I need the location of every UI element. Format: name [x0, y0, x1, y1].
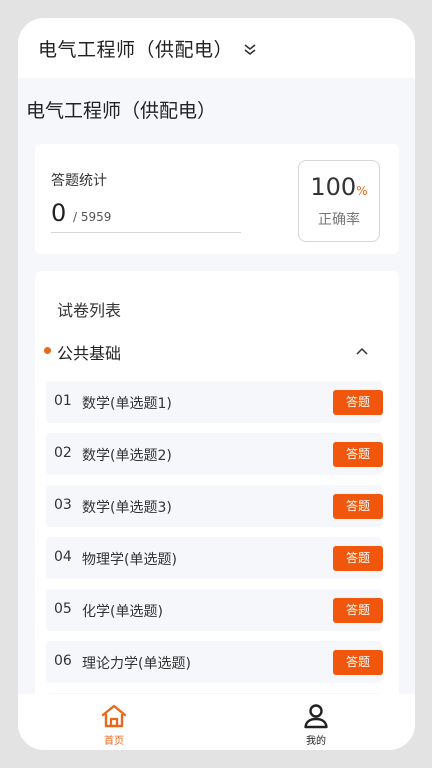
list-item[interactable]: 06 理论力学(单选题) 答题 — [46, 641, 383, 683]
nav-mine[interactable]: 我的 — [276, 694, 356, 750]
total-count: / 5959 — [73, 210, 112, 224]
stats-card: 答题统计 0 / 5959 100% 正确率 — [35, 144, 399, 254]
item-number: 05 — [54, 601, 72, 617]
item-name: 物理学(单选题) — [82, 552, 177, 568]
double-chevron-down-icon[interactable] — [242, 41, 258, 57]
chevron-up-icon[interactable] — [355, 344, 369, 358]
accuracy-label: 正确率 — [318, 212, 360, 228]
category-label: 公共基础 — [57, 344, 122, 363]
item-number: 03 — [54, 497, 72, 513]
item-number: 04 — [54, 549, 72, 565]
app-screen: 电气工程师（供配电） 电气工程师（供配电） 答题统计 0 / 5959 100%… — [18, 18, 415, 750]
item-number: 02 — [54, 445, 72, 461]
stats-label: 答题统计 — [51, 173, 107, 189]
list-item[interactable]: 05 化学(单选题) 答题 — [46, 589, 383, 631]
paper-list-card: 试卷列表 公共基础 01 数学(单选题1) 答题 02 数学(单选题2) 答题 — [35, 271, 399, 711]
accuracy-number: 100 — [310, 173, 357, 201]
user-icon — [304, 704, 328, 729]
accuracy-box: 100% 正确率 — [298, 160, 380, 242]
stats-divider — [51, 232, 241, 233]
bottom-nav: 首页 我的 — [18, 694, 415, 750]
category-dot-icon — [44, 347, 51, 354]
item-number: 01 — [54, 393, 72, 409]
nav-mine-label: 我的 — [306, 736, 326, 747]
nav-home[interactable]: 首页 — [74, 694, 154, 750]
exam-selector-title[interactable]: 电气工程师（供配电） — [38, 35, 233, 62]
list-item[interactable]: 04 物理学(单选题) 答题 — [46, 537, 383, 579]
list-item[interactable]: 02 数学(单选题2) 答题 — [46, 433, 383, 475]
list-item[interactable]: 03 数学(单选题3) 答题 — [46, 485, 383, 527]
top-bar: 电气工程师（供配电） — [18, 18, 415, 78]
list-item[interactable]: 01 数学(单选题1) 答题 — [46, 381, 383, 423]
item-name: 化学(单选题) — [82, 604, 163, 620]
answer-button[interactable]: 答题 — [333, 650, 383, 675]
item-name: 数学(单选题1) — [82, 396, 172, 412]
item-number: 06 — [54, 653, 72, 669]
accuracy-value: 100% — [299, 173, 379, 201]
nav-home-label: 首页 — [104, 736, 124, 747]
item-name: 数学(单选题2) — [82, 448, 172, 464]
answer-button[interactable]: 答题 — [333, 598, 383, 623]
answer-button[interactable]: 答题 — [333, 494, 383, 519]
paper-list-heading: 试卷列表 — [57, 301, 122, 320]
answered-count: 0 — [51, 199, 67, 227]
accuracy-unit: % — [356, 184, 368, 198]
page-title: 电气工程师（供配电） — [26, 100, 217, 122]
answer-button[interactable]: 答题 — [333, 546, 383, 571]
item-name: 数学(单选题3) — [82, 500, 172, 516]
item-name: 理论力学(单选题) — [82, 656, 191, 672]
category-row[interactable]: 公共基础 — [35, 337, 399, 363]
answer-button[interactable]: 答题 — [333, 442, 383, 467]
home-icon — [101, 704, 127, 728]
answer-button[interactable]: 答题 — [333, 390, 383, 415]
phone-frame: 电气工程师（供配电） 电气工程师（供配电） 答题统计 0 / 5959 100%… — [0, 0, 432, 768]
